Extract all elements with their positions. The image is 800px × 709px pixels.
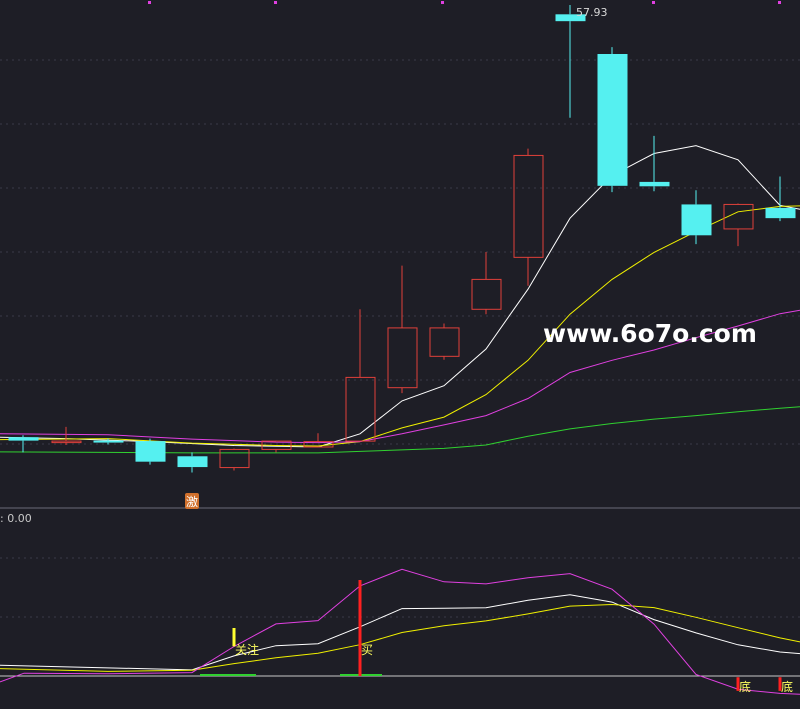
candle-body-up: [513, 154, 544, 258]
main-candlestick-panel: 激: [0, 5, 800, 509]
candle-body-up: [219, 448, 250, 469]
candle-body-down: [93, 440, 124, 443]
k_line: [0, 594, 800, 671]
top-tick-marker: [274, 1, 277, 4]
signal-label: 底: [739, 679, 751, 694]
signal-badge-text: 激: [186, 495, 198, 509]
stock-chart: 激 关注 买底 底 57.93 : 0.00 www.6o7o.com: [0, 1, 800, 695]
watermark: www.6o7o.com: [543, 319, 757, 348]
candle-body-up: [345, 376, 376, 442]
candle-body-down: [765, 207, 796, 219]
candle-body-up: [471, 278, 502, 310]
candle-body-up: [51, 440, 82, 444]
d_line: [0, 603, 800, 672]
candle-body-up: [429, 327, 460, 357]
candle-body-up: [387, 327, 418, 389]
ma60-line: [0, 406, 800, 454]
top-tick-marker: [148, 1, 151, 4]
candle-body-down: [177, 456, 208, 468]
candle-body-down: [597, 54, 628, 186]
top-tick-marker: [652, 1, 655, 4]
j_line: [0, 568, 800, 695]
candle-body-down: [639, 181, 670, 187]
ma5-line: [0, 145, 800, 448]
signal-label: 关注: [235, 642, 259, 657]
chart-stage: 激 关注 买底 底 57.93 : 0.00 www.6o7o.com: [0, 0, 800, 705]
high-price-label: 57.93: [576, 6, 608, 19]
candle-body-down: [681, 204, 712, 236]
signal-label: 底: [781, 679, 793, 694]
candle-body-down: [8, 437, 39, 441]
kdj-indicator-panel: 关注 买底 底: [0, 568, 800, 695]
top-tick-marker: [778, 1, 781, 4]
indicator-value-label: : 0.00: [0, 512, 32, 525]
top-tick-marker: [441, 1, 444, 4]
candle-body-down: [135, 441, 166, 462]
signal-label: 买: [361, 643, 373, 657]
